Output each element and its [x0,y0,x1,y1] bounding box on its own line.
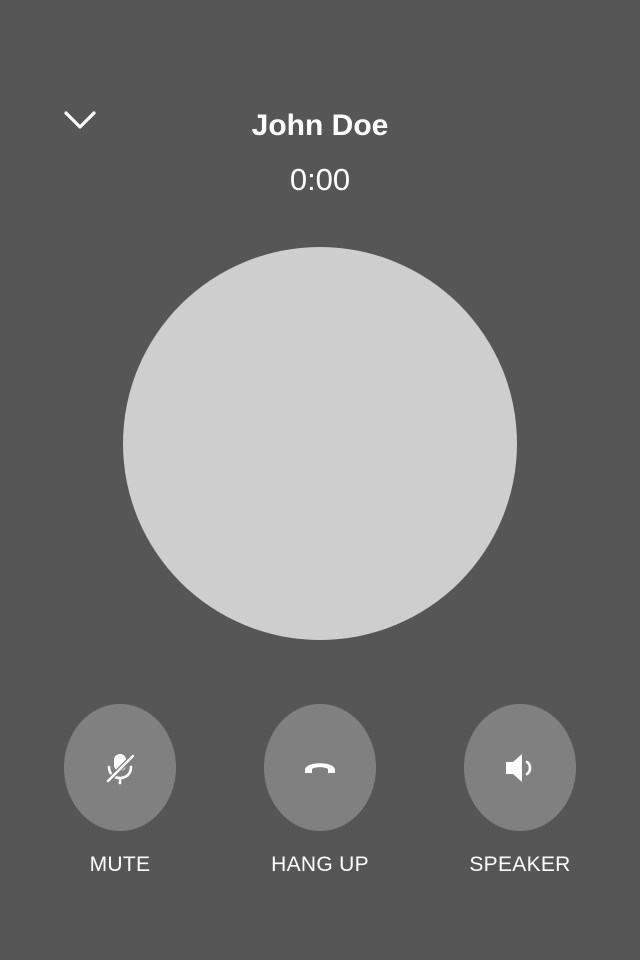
call-timer: 0:00 [289,162,351,197]
speaker-icon [506,753,532,782]
avatar [123,247,517,640]
caller-name: John Doe [251,109,389,142]
microphone-off-icon [106,753,135,784]
hangup-button[interactable] [264,704,376,831]
speaker-label: SPEAKER [469,853,571,876]
mute-label: MUTE [89,853,151,876]
hangup-control: HANG UP [264,704,376,876]
hangup-label: HANG UP [271,853,369,876]
phone-hangup-icon [305,762,335,773]
speaker-button[interactable] [464,704,576,831]
mute-control: MUTE [64,704,176,876]
mute-button[interactable] [64,704,176,831]
speaker-control: SPEAKER [464,704,576,876]
